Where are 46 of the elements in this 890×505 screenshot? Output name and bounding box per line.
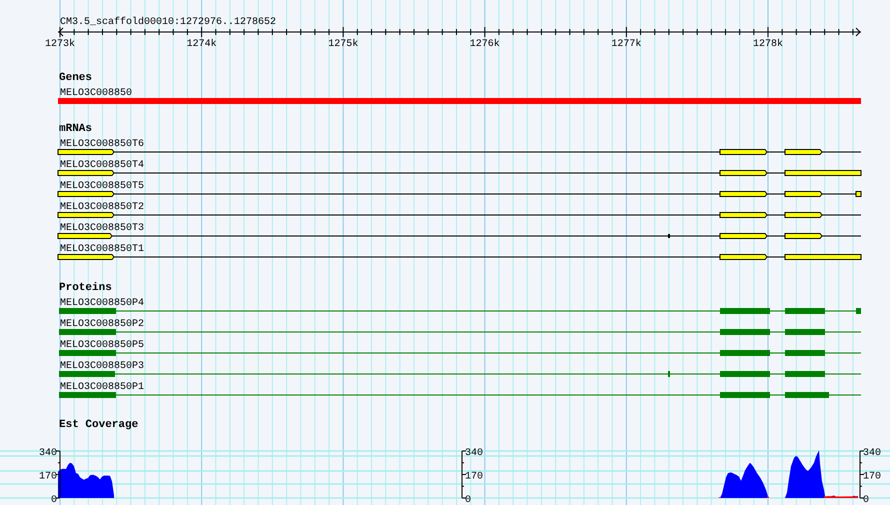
track-title: Est Coverage — [59, 419, 138, 431]
feature-label[interactable]: MELO3C008850T2 — [60, 202, 144, 213]
y-axis — [56, 450, 60, 498]
feature-label[interactable]: MELO3C008850 — [60, 88, 132, 99]
tick-label: 1275k — [328, 39, 358, 50]
axis-label: 170 — [38, 472, 57, 482]
tick-label: 1276k — [470, 39, 500, 50]
feature-label[interactable]: MELO3C008850P1 — [60, 382, 144, 393]
y-axis — [462, 450, 466, 498]
y-axis — [860, 450, 864, 498]
tick-label: 1277k — [611, 39, 642, 50]
axis-label: 340 — [465, 448, 484, 459]
transcript-glyph[interactable] — [58, 254, 862, 260]
axis-label: 170 — [465, 472, 484, 482]
track-title: Genes — [59, 72, 92, 84]
transcript-glyph[interactable] — [58, 233, 862, 239]
axis-label: 0 — [465, 495, 472, 505]
feature-label[interactable]: MELO3C008850T6 — [60, 139, 144, 150]
feature-label[interactable]: MELO3C008850T3 — [60, 223, 144, 234]
region-title: CM3.5_scaffold00010:1272976..1278652 — [60, 17, 276, 28]
tick-label: 1273k — [45, 39, 75, 50]
feature-label[interactable]: MELO3C008850T5 — [60, 181, 144, 192]
axis-label: 0 — [50, 495, 57, 505]
feature-label[interactable]: MELO3C008850T1 — [60, 244, 144, 255]
transcript-glyph[interactable] — [58, 149, 862, 155]
feature-label[interactable]: MELO3C008850P2 — [60, 319, 144, 330]
transcript-glyph[interactable] — [58, 170, 862, 176]
protein-glyph[interactable] — [58, 308, 862, 314]
axis-label: 340 — [38, 448, 57, 459]
track-title: mRNAs — [59, 123, 92, 135]
protein-glyph[interactable] — [58, 371, 862, 377]
tick-label: 1274k — [186, 39, 217, 50]
tick-label: 1278k — [753, 39, 783, 50]
axis-label: 0 — [863, 495, 870, 505]
axis-label: 170 — [863, 472, 882, 482]
feature-label[interactable]: MELO3C008850P3 — [60, 361, 144, 372]
protein-glyph[interactable] — [58, 392, 862, 398]
track-title: Proteins — [59, 282, 112, 294]
protein-glyph[interactable] — [58, 350, 862, 356]
protein-glyph[interactable] — [58, 329, 862, 335]
feature-label[interactable]: MELO3C008850T4 — [60, 160, 144, 171]
feature-label[interactable]: MELO3C008850P5 — [60, 340, 144, 351]
transcript-glyph[interactable] — [58, 191, 862, 197]
transcript-glyph[interactable] — [58, 212, 862, 218]
feature-label[interactable]: MELO3C008850P4 — [60, 298, 144, 309]
axis-label: 340 — [863, 448, 882, 459]
